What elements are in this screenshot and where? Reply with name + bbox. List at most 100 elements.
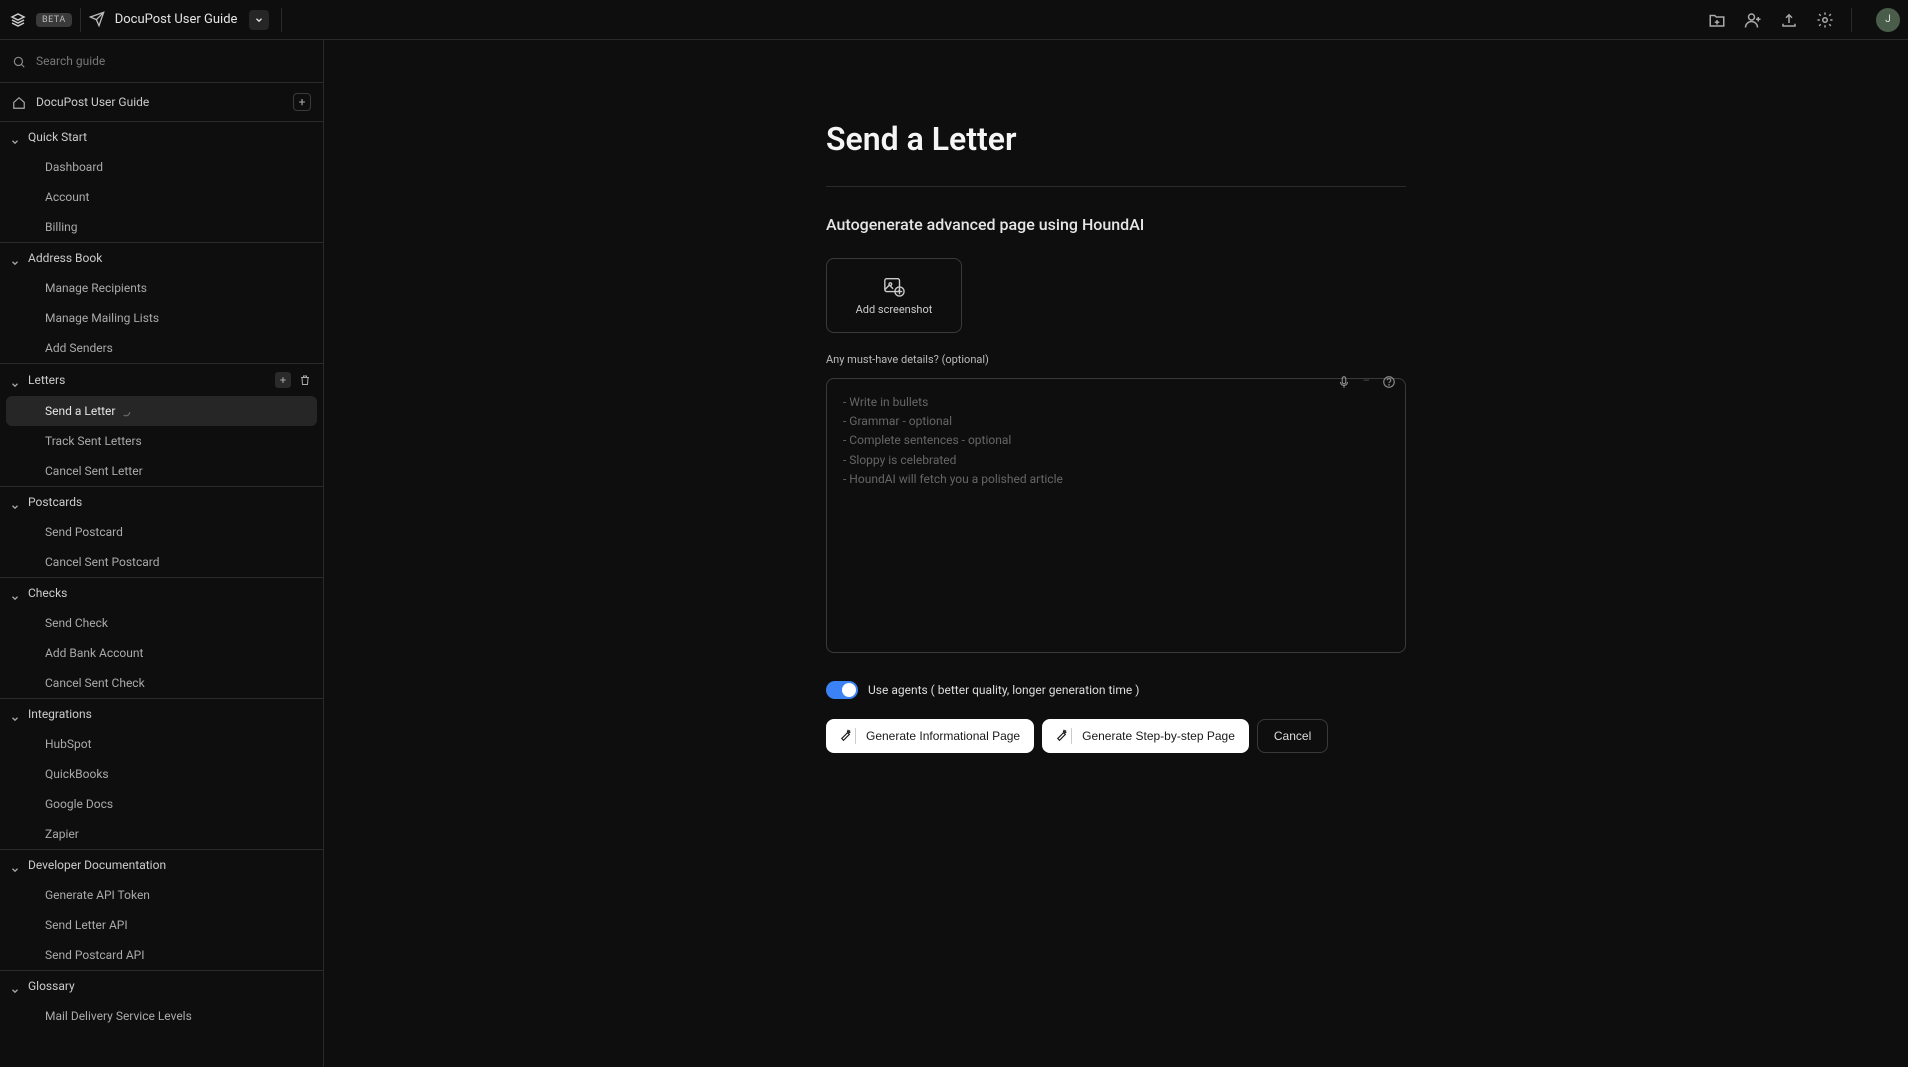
- sidebar-item-generate-api-token[interactable]: Generate API Token: [0, 880, 323, 910]
- sidebar-item-quickbooks[interactable]: QuickBooks: [0, 759, 323, 789]
- sidebar-item-cancel-sent-postcard[interactable]: Cancel Sent Postcard: [0, 547, 323, 577]
- section-header-glossary[interactable]: Glossary: [0, 971, 323, 1001]
- section-title: Postcards: [28, 495, 82, 509]
- wand-icon: [1056, 728, 1072, 744]
- details-textarea[interactable]: [826, 378, 1406, 653]
- sidebar-item-dashboard[interactable]: Dashboard: [0, 152, 323, 182]
- beta-badge: BETA: [36, 13, 72, 27]
- topbar: BETA DocuPost User Guide J: [0, 0, 1908, 40]
- section-letters: Letters + Add Article Send a Letter Trac…: [0, 363, 323, 486]
- page-title: Send a Letter: [826, 120, 1406, 158]
- sidebar-item-hubspot[interactable]: HubSpot: [0, 729, 323, 759]
- sidebar-item-cancel-sent-check[interactable]: Cancel Sent Check: [0, 668, 323, 698]
- add-section-button[interactable]: +: [293, 93, 311, 111]
- divider: [281, 8, 282, 32]
- send-icon[interactable]: [89, 11, 107, 29]
- section-developer: Developer Documentation Generate API Tok…: [0, 849, 323, 970]
- section-postcards: Postcards Send Postcard Cancel Sent Post…: [0, 486, 323, 577]
- section-title: Checks: [28, 586, 67, 600]
- sidebar-item-add-bank-account[interactable]: Add Bank Account: [0, 638, 323, 668]
- chevron-down-icon: [10, 375, 20, 385]
- chevron-down-icon: [10, 709, 20, 719]
- section-address-book: Address Book Manage Recipients Manage Ma…: [0, 242, 323, 363]
- section-header-checks[interactable]: Checks: [0, 578, 323, 608]
- search-input[interactable]: Search guide: [0, 40, 323, 83]
- button-row: Generate Informational Page Generate Ste…: [826, 719, 1406, 753]
- search-placeholder: Search guide: [36, 54, 105, 68]
- section-header-developer[interactable]: Developer Documentation: [0, 850, 323, 880]
- chevron-down-icon: [10, 981, 20, 991]
- folder-add-icon[interactable]: [1707, 10, 1727, 30]
- generate-informational-button[interactable]: Generate Informational Page: [826, 719, 1034, 753]
- sidebar-item-mail-delivery-levels[interactable]: Mail Delivery Service Levels: [0, 1001, 323, 1031]
- section-header-quick-start[interactable]: Quick Start: [0, 122, 323, 152]
- section-glossary: Glossary Mail Delivery Service Levels: [0, 970, 323, 1031]
- content: Send a Letter Autogenerate advanced page…: [826, 120, 1406, 1007]
- sidebar-item-add-senders[interactable]: Add Senders: [0, 333, 323, 363]
- wand-icon: [840, 728, 856, 744]
- guide-dropdown-button[interactable]: [249, 10, 269, 30]
- toggle-label: Use agents ( better quality, longer gene…: [868, 683, 1139, 697]
- mic-icon[interactable]: [1337, 374, 1351, 388]
- textarea-icons: –: [1337, 374, 1396, 388]
- sidebar-item-manage-recipients[interactable]: Manage Recipients: [0, 273, 323, 303]
- button-label: Generate Step-by-step Page: [1082, 729, 1235, 743]
- help-icon[interactable]: [1382, 374, 1396, 388]
- section-header-integrations[interactable]: Integrations: [0, 699, 323, 729]
- chevron-down-icon: [10, 860, 20, 870]
- section-title: Integrations: [28, 707, 92, 721]
- topbar-left: BETA DocuPost User Guide: [8, 8, 282, 32]
- sidebar-item-send-postcard[interactable]: Send Postcard: [0, 517, 323, 547]
- sidebar-item-manage-mailing-lists[interactable]: Manage Mailing Lists: [0, 303, 323, 333]
- divider: [826, 186, 1406, 187]
- gear-icon[interactable]: [1815, 10, 1835, 30]
- upload-icon[interactable]: [1779, 10, 1799, 30]
- sidebar-item-account[interactable]: Account: [0, 182, 323, 212]
- chevron-down-icon: [10, 588, 20, 598]
- main: Send a Letter Autogenerate advanced page…: [324, 40, 1908, 1067]
- sidebar-item-send-a-letter[interactable]: Send a Letter: [6, 396, 317, 426]
- avatar[interactable]: J: [1876, 8, 1900, 32]
- delete-icon[interactable]: [297, 372, 313, 388]
- subtitle: Autogenerate advanced page using HoundAI: [826, 215, 1406, 234]
- chevron-down-icon: [10, 497, 20, 507]
- sidebar-item-send-check[interactable]: Send Check: [0, 608, 323, 638]
- chevron-down-icon: [10, 253, 20, 263]
- use-agents-toggle[interactable]: [826, 681, 858, 699]
- logo-icon[interactable]: [8, 10, 28, 30]
- sidebar-item-track-sent-letters[interactable]: Track Sent Letters: [0, 426, 323, 456]
- sidebar-item-zapier[interactable]: Zapier: [0, 819, 323, 849]
- chevron-down-icon: [10, 132, 20, 142]
- section-integrations: Integrations HubSpot QuickBooks Google D…: [0, 698, 323, 849]
- divider: [1851, 8, 1852, 32]
- generate-step-by-step-button[interactable]: Generate Step-by-step Page: [1042, 719, 1249, 753]
- section-checks: Checks Send Check Add Bank Account Cance…: [0, 577, 323, 698]
- add-user-icon[interactable]: [1743, 10, 1763, 30]
- section-header-postcards[interactable]: Postcards: [0, 487, 323, 517]
- sidebar-item-billing[interactable]: Billing: [0, 212, 323, 242]
- add-screenshot-button[interactable]: Add screenshot: [826, 258, 962, 333]
- topbar-right: J: [1707, 8, 1900, 32]
- button-label: Generate Informational Page: [866, 729, 1020, 743]
- sidebar: Search guide DocuPost User Guide + Quick…: [0, 40, 324, 1067]
- section-header-address-book[interactable]: Address Book: [0, 243, 323, 273]
- cancel-button[interactable]: Cancel: [1257, 719, 1328, 753]
- sidebar-item-send-postcard-api[interactable]: Send Postcard API: [0, 940, 323, 970]
- home-icon: [12, 95, 26, 109]
- add-screenshot-label: Add screenshot: [856, 303, 933, 316]
- guide-title: DocuPost User Guide: [115, 12, 238, 27]
- section-title: Address Book: [28, 251, 102, 265]
- section-header-letters[interactable]: Letters + Add Article: [0, 364, 323, 396]
- app-body: Search guide DocuPost User Guide + Quick…: [0, 40, 1908, 1067]
- section-title: Quick Start: [28, 130, 87, 144]
- home-label: DocuPost User Guide: [36, 95, 149, 109]
- home-row[interactable]: DocuPost User Guide +: [0, 83, 323, 121]
- sidebar-item-cancel-sent-letter[interactable]: Cancel Sent Letter: [0, 456, 323, 486]
- section-title: Letters: [28, 373, 65, 387]
- section-actions: + Add Article: [275, 372, 313, 388]
- add-article-button[interactable]: + Add Article: [275, 372, 291, 388]
- section-quick-start: Quick Start Dashboard Account Billing: [0, 121, 323, 242]
- loading-icon: [121, 406, 131, 416]
- sidebar-item-send-letter-api[interactable]: Send Letter API: [0, 910, 323, 940]
- sidebar-item-google-docs[interactable]: Google Docs: [0, 789, 323, 819]
